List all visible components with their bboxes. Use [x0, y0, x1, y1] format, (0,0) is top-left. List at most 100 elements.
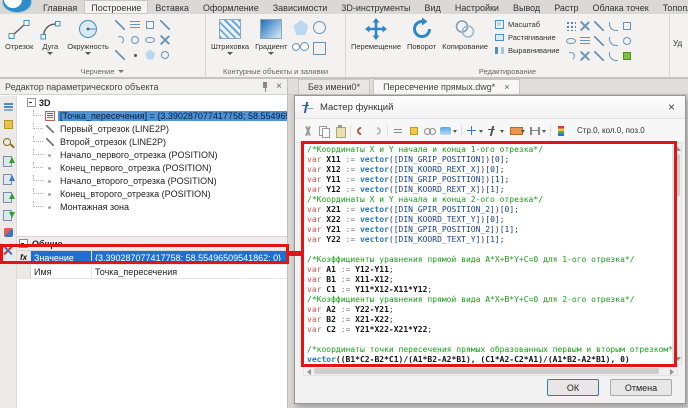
move-button[interactable]: Перемещение — [349, 17, 403, 51]
wipeout-icon[interactable] — [311, 40, 328, 57]
construction-line-icon[interactable] — [159, 34, 171, 46]
polygon-icon[interactable] — [144, 49, 156, 61]
offset-icon[interactable] — [579, 35, 591, 47]
ribbon-tab[interactable]: Вид — [418, 0, 448, 14]
circle-button[interactable]: Окружность — [65, 17, 110, 55]
document-tab-untitled[interactable]: Без имени0* — [298, 79, 370, 94]
dialog-close-button[interactable]: × — [665, 101, 678, 113]
array-icon[interactable] — [565, 20, 577, 32]
collapse-icon[interactable] — [19, 239, 28, 248]
ok-button[interactable]: ОК — [547, 379, 599, 396]
sync-icon[interactable] — [440, 125, 457, 137]
tree-item[interactable]: Начало_второго_отрезка (POSITION) — [17, 174, 287, 187]
property-value[interactable]: Точка_пересечения — [92, 265, 287, 278]
revision-cloud-icon[interactable] — [311, 19, 328, 36]
rectangle-icon[interactable] — [144, 19, 156, 31]
panel-close-button[interactable]: × — [276, 82, 282, 92]
polyline-icon[interactable] — [114, 19, 126, 31]
document-tab-intersection[interactable]: Пересечение прямых.dwg* × — [373, 79, 519, 94]
signs-icon[interactable] — [466, 125, 483, 137]
ribbon-tab[interactable]: Облака точек — [586, 0, 656, 14]
vertical-scrollbar[interactable] — [672, 143, 682, 365]
dialog-title-bar[interactable]: Мастер функций × — [295, 96, 685, 119]
cut-icon[interactable] — [302, 125, 314, 137]
segment-button[interactable]: Отрезок — [3, 17, 35, 51]
collapse-icon[interactable] — [27, 98, 36, 107]
circle-2pt-icon[interactable] — [159, 49, 171, 61]
palette-icon[interactable] — [2, 118, 15, 131]
ribbon-tab[interactable]: Зависимости — [266, 0, 335, 14]
delete-icon[interactable] — [2, 244, 15, 257]
mirror-icon[interactable] — [565, 35, 577, 47]
function-icon[interactable] — [487, 125, 504, 137]
tree-item[interactable]: Второй_отрезок (LINE2P) — [17, 135, 287, 148]
colors-icon[interactable] — [555, 125, 567, 137]
cancel-button[interactable]: Отмена — [610, 379, 672, 396]
tree-item[interactable]: [Точка_пересечения] = {3.390287077417758… — [17, 109, 287, 122]
ribbon-tab[interactable]: Оформление — [196, 0, 266, 14]
search-icon[interactable] — [2, 136, 15, 149]
hatch-lines-icon[interactable] — [129, 19, 141, 31]
scrollbar-thumb[interactable] — [314, 368, 659, 374]
trim-icon[interactable] — [579, 20, 591, 32]
blend-curves-icon[interactable] — [607, 50, 619, 62]
spline-icon[interactable] — [114, 34, 126, 46]
arc-button[interactable]: Дуга — [37, 17, 63, 55]
copy-icon[interactable] — [318, 125, 330, 137]
add-parameter-icon[interactable] — [2, 154, 15, 167]
ribbon-tab[interactable]: Вывод — [506, 0, 547, 14]
redo-icon[interactable] — [371, 125, 383, 137]
update-icon[interactable] — [2, 226, 15, 239]
tree-item[interactable]: Монтажная зона — [17, 200, 287, 213]
insert-icon[interactable] — [508, 125, 525, 137]
scroll-right-icon[interactable] — [670, 369, 674, 375]
code-editor[interactable]: /*Координаты X и Y начала и конца 1-ого … — [303, 143, 675, 365]
contour-icon[interactable] — [292, 19, 309, 36]
insert-field-icon[interactable] — [408, 125, 420, 137]
paste-icon[interactable] — [334, 125, 346, 137]
break-icon[interactable] — [593, 35, 605, 47]
tree-structure-icon[interactable] — [2, 100, 15, 113]
move-up-icon[interactable] — [2, 190, 15, 203]
fillet-icon[interactable] — [607, 20, 619, 32]
group-expand-icon[interactable] — [118, 70, 124, 73]
property-row-value[interactable]: fx Значение {3.390287077417758; 58.55496… — [17, 251, 287, 265]
join-icon[interactable] — [621, 35, 633, 47]
undo-icon[interactable] — [355, 125, 367, 137]
ellipse-icon[interactable] — [144, 34, 156, 46]
hatch-button[interactable]: Штриховка — [209, 17, 251, 55]
property-row-name[interactable]: Имя Точка_пересечения — [17, 265, 287, 279]
copy-button[interactable]: Копирование — [440, 17, 490, 51]
explode-icon[interactable] — [621, 20, 633, 32]
tree-item[interactable]: Конец_первого_отрезка (POSITION) — [17, 161, 287, 174]
tree-item[interactable]: Первый_отрезок (LINE2P) — [17, 122, 287, 135]
property-section-header[interactable]: Общие — [17, 236, 287, 251]
rotate-button[interactable]: Поворот — [405, 17, 438, 51]
horizontal-scrollbar[interactable] — [303, 366, 678, 376]
multiline-icon[interactable] — [114, 49, 126, 61]
spacing-icon[interactable] — [529, 125, 546, 137]
link-icon[interactable] — [424, 125, 436, 137]
chamfer-icon[interactable] — [607, 35, 619, 47]
ribbon-tab[interactable]: Вставка — [148, 0, 195, 14]
ribbon-tab[interactable]: Настройки — [448, 0, 506, 14]
property-value[interactable]: {3.390287077417758; 58.55496509541862; 0… — [92, 251, 287, 264]
point-icon[interactable] — [129, 49, 141, 61]
erase-icon[interactable] — [579, 50, 591, 62]
scroll-up-icon[interactable] — [675, 147, 681, 151]
tree-item[interactable]: Конец_второго_отрезка (POSITION) — [17, 187, 287, 200]
ribbon-tab[interactable]: Растр — [547, 0, 585, 14]
scroll-left-icon[interactable] — [307, 369, 311, 375]
ribbon-tab[interactable]: Построение — [84, 0, 148, 14]
stretch-button[interactable]: Растягивание — [492, 32, 562, 43]
edit-parameter-icon[interactable] — [2, 172, 15, 185]
move-down-icon[interactable] — [2, 208, 15, 221]
lengthen-icon[interactable] — [565, 50, 577, 62]
boundary-icon[interactable] — [292, 40, 309, 57]
ribbon-tab[interactable]: 3D-инструменты — [334, 0, 417, 14]
ribbon-tab[interactable]: Главная — [36, 0, 84, 14]
match-properties-icon[interactable] — [621, 50, 633, 62]
tab-close-icon[interactable]: × — [504, 82, 509, 92]
scale-button[interactable]: Масштаб — [492, 19, 562, 30]
gradient-button[interactable]: Градиент — [253, 17, 289, 55]
